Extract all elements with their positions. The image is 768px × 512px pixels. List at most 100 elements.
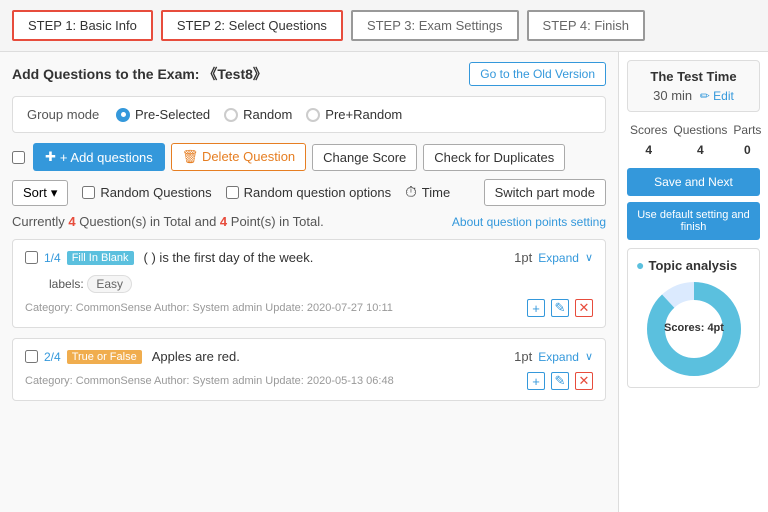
time-text: Time <box>422 185 450 200</box>
summary-text-mid2: Point(s) in Total. <box>231 214 324 229</box>
radio-pre-random[interactable]: Pre+Random <box>306 107 402 122</box>
donut-chart-container: Scores: 4pt <box>636 279 751 379</box>
q1-meta-text: Category: CommonSense Author: System adm… <box>25 302 393 314</box>
about-points-link[interactable]: About question points setting <box>452 215 606 229</box>
topic-analysis-title: ● Topic analysis <box>636 257 751 273</box>
point-count: 4 <box>220 214 227 229</box>
q1-text: ( ) is the first day of the week. <box>144 250 314 265</box>
step1-btn[interactable]: STEP 1: Basic Info <box>12 10 153 41</box>
delete-question-button[interactable]: 🗑 Delete Question <box>171 143 306 171</box>
toolbar-row: ✚ + Add questions 🗑 Delete Question Chan… <box>12 143 606 171</box>
summary-row: Currently 4 Question(s) in Total and 4 P… <box>12 214 606 229</box>
radio-circle-pre-random <box>306 108 320 122</box>
clock-icon: ⏱ <box>405 184 417 201</box>
default-finish-button[interactable]: Use default setting and finish <box>627 202 760 240</box>
random-questions-checkbox-label[interactable]: Random Questions <box>82 185 211 200</box>
stats-table: Scores Questions Parts 4 4 0 <box>627 120 764 160</box>
summary-text-before: Currently <box>12 214 65 229</box>
step4-btn[interactable]: STEP 4: Finish <box>527 10 645 41</box>
top-nav: STEP 1: Basic Info STEP 2: Select Questi… <box>0 0 768 52</box>
q2-index: 2/4 <box>44 350 61 364</box>
test-time-box: The Test Time 30 min ✏ Edit <box>627 60 760 112</box>
random-options-checkbox[interactable] <box>226 186 239 199</box>
topic-analysis-box: ● Topic analysis Scores: 4pt <box>627 248 760 388</box>
q1-label-prefix: labels: <box>49 277 84 291</box>
random-options-checkbox-label[interactable]: Random question options <box>226 185 391 200</box>
sort-label: Sort <box>23 185 47 200</box>
q1-label-tag: Easy <box>87 275 132 293</box>
parts-header: Parts <box>730 120 764 140</box>
q1-top-row: 1/4 Fill In Blank ( ) is the first day o… <box>25 250 593 265</box>
q1-checkbox[interactable] <box>25 251 38 264</box>
step3-btn[interactable]: STEP 3: Exam Settings <box>351 10 519 41</box>
save-next-button[interactable]: Save and Next <box>627 168 760 196</box>
question-count: 4 <box>68 214 75 229</box>
q2-expand-button[interactable]: Expand <box>538 350 579 364</box>
random-questions-checkbox[interactable] <box>82 186 95 199</box>
q1-expand-button[interactable]: Expand <box>538 251 579 265</box>
main-wrapper: Add Questions to the Exam: 《Test8》 Go to… <box>0 52 768 512</box>
q2-points: 1pt <box>514 349 532 364</box>
switch-part-button[interactable]: Switch part mode <box>484 179 606 206</box>
select-all-checkbox[interactable] <box>12 151 25 164</box>
step2-btn[interactable]: STEP 2: Select Questions <box>161 10 343 41</box>
q1-chevron-icon: ∨ <box>585 251 593 264</box>
random-label: Random <box>243 107 292 122</box>
q2-delete-icon[interactable]: ✕ <box>575 372 593 390</box>
q1-actions: + ✎ ✕ <box>527 299 593 317</box>
radio-circle-pre-selected <box>116 108 130 122</box>
chevron-down-icon: ▾ <box>51 185 58 201</box>
scores-value: 4 <box>627 140 670 160</box>
change-score-button[interactable]: Change Score <box>312 144 417 171</box>
plus-icon: ✚ <box>45 149 56 165</box>
time-checkbox-label[interactable]: ⏱ Time <box>405 184 450 201</box>
add-questions-button[interactable]: ✚ + Add questions <box>33 143 165 171</box>
options-row: Sort ▾ Random Questions Random question … <box>12 179 606 206</box>
trash-icon: 🗑 <box>182 149 199 164</box>
q2-type-badge: True or False <box>67 350 142 364</box>
delete-label: Delete Question <box>202 149 295 164</box>
right-panel-inner: The Test Time 30 min ✏ Edit Scores Quest… <box>619 52 768 396</box>
q2-chevron-icon: ∨ <box>585 350 593 363</box>
radio-pre-selected[interactable]: Pre-Selected <box>116 107 210 122</box>
summary-text: Currently 4 Question(s) in Total and 4 P… <box>12 214 324 229</box>
q1-edit-icon[interactable]: ✎ <box>551 299 569 317</box>
q2-top-row: 2/4 True or False Apples are red. 1pt Ex… <box>25 349 593 364</box>
question-card-1: 1/4 Fill In Blank ( ) is the first day o… <box>12 239 606 328</box>
old-version-button[interactable]: Go to the Old Version <box>469 62 606 86</box>
q1-add-icon[interactable]: + <box>527 299 545 317</box>
pre-selected-label: Pre-Selected <box>135 107 210 122</box>
q1-type-badge: Fill In Blank <box>67 251 134 265</box>
q2-meta-text: Category: CommonSense Author: System adm… <box>25 375 394 387</box>
svg-text:Scores: 4pt: Scores: 4pt <box>664 322 724 334</box>
radio-circle-random <box>224 108 238 122</box>
add-questions-label: + Add questions <box>60 150 153 165</box>
q1-delete-icon[interactable]: ✕ <box>575 299 593 317</box>
time-value: 30 min <box>653 88 692 103</box>
left-panel: Add Questions to the Exam: 《Test8》 Go to… <box>0 52 618 512</box>
edit-time-link[interactable]: ✏ Edit <box>700 89 734 103</box>
check-duplicates-button[interactable]: Check for Duplicates <box>423 144 565 171</box>
group-mode-label: Group mode <box>27 107 102 122</box>
radio-random[interactable]: Random <box>224 107 292 122</box>
group-mode-box: Group mode Pre-Selected Random Pre+Rando… <box>12 96 606 133</box>
exam-title: Add Questions to the Exam: 《Test8》 <box>12 64 267 84</box>
q2-checkbox[interactable] <box>25 350 38 363</box>
q1-meta: Category: CommonSense Author: System adm… <box>25 299 593 317</box>
sort-button[interactable]: Sort ▾ <box>12 180 68 206</box>
random-options-text: Random question options <box>244 185 391 200</box>
parts-value: 0 <box>730 140 764 160</box>
summary-text-mid1: Question(s) in Total and <box>79 214 216 229</box>
q2-actions: + ✎ ✕ <box>527 372 593 390</box>
topic-title-text: Topic analysis <box>648 258 737 273</box>
q2-text: Apples are red. <box>152 349 240 364</box>
donut-chart: Scores: 4pt <box>644 279 744 379</box>
exam-title-row: Add Questions to the Exam: 《Test8》 Go to… <box>12 62 606 86</box>
test-time-value-row: 30 min ✏ Edit <box>636 88 751 103</box>
random-questions-text: Random Questions <box>100 185 211 200</box>
q1-points: 1pt <box>514 250 532 265</box>
exam-title-prefix: Add Questions to the Exam: <box>12 66 199 82</box>
q1-label-row: labels: Easy <box>49 270 593 293</box>
q2-edit-icon[interactable]: ✎ <box>551 372 569 390</box>
q2-add-icon[interactable]: + <box>527 372 545 390</box>
